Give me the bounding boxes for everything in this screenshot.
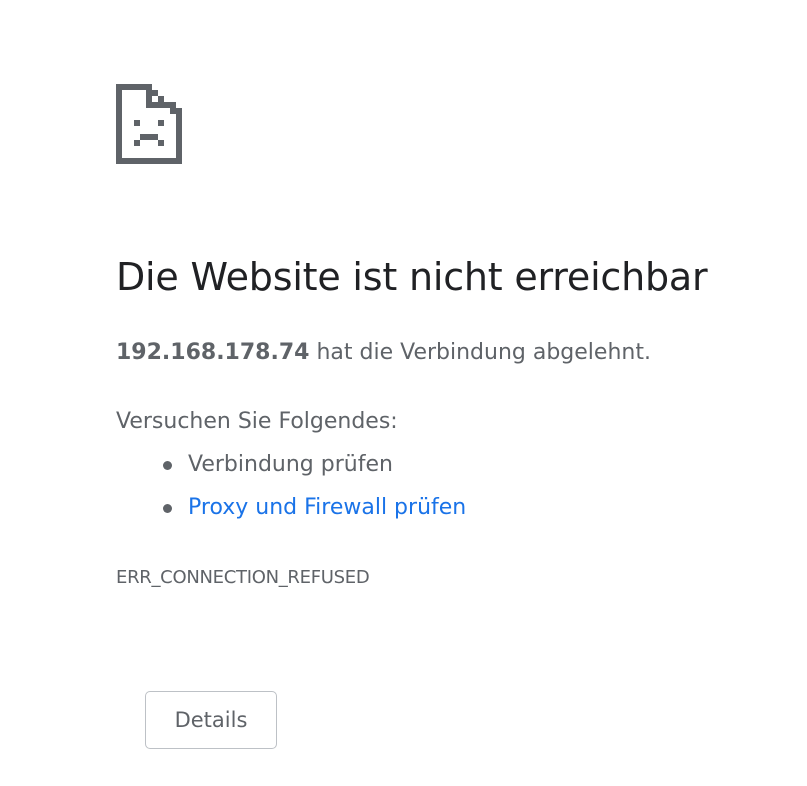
error-code: ERR_CONNECTION_REFUSED (116, 567, 370, 588)
suggestion-check-proxy-firewall-link[interactable]: Proxy und Firewall prüfen (188, 495, 466, 520)
host-address: 192.168.178.74 (116, 340, 310, 365)
error-summary: 192.168.178.74 hat die Verbindung abgele… (116, 337, 651, 369)
bullet-icon (163, 504, 172, 513)
suggestions-list: Verbindung prüfen Proxy und Firewall prü… (116, 449, 466, 535)
list-item: Proxy und Firewall prüfen (116, 492, 466, 535)
list-item: Verbindung prüfen (116, 449, 466, 492)
sad-document-icon (116, 84, 182, 164)
suggestion-check-connection: Verbindung prüfen (188, 452, 393, 477)
bullet-icon (163, 461, 172, 470)
error-page: Die Website ist nicht erreichbar 192.168… (0, 0, 807, 786)
error-message: hat die Verbindung abgelehnt. (309, 340, 651, 365)
page-title: Die Website ist nicht erreichbar (116, 255, 708, 299)
details-button[interactable]: Details (145, 691, 277, 749)
suggestions-title: Versuchen Sie Folgendes: (116, 409, 398, 434)
